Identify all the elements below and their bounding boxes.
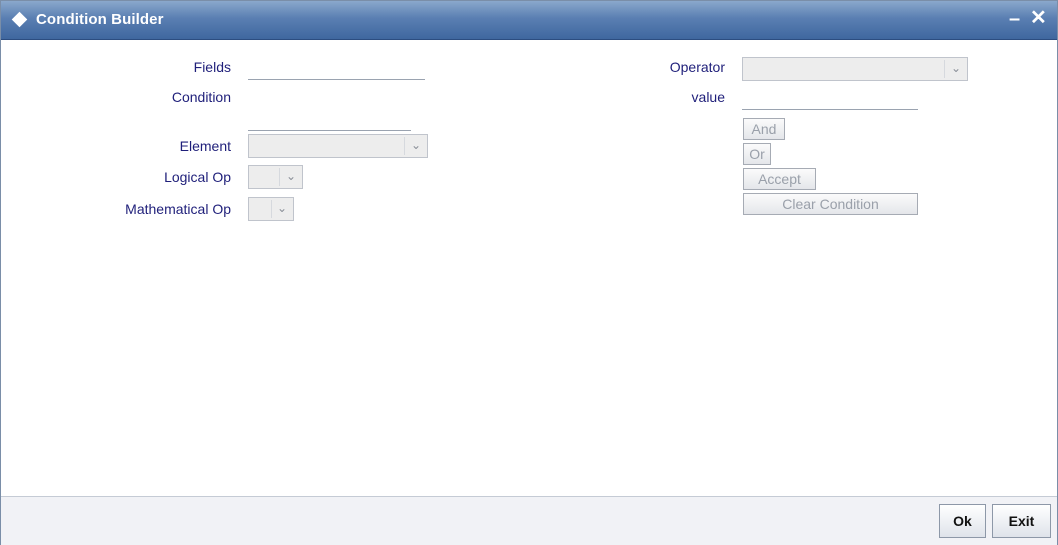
window-title: Condition Builder — [36, 11, 164, 28]
and-button[interactable]: And — [743, 118, 785, 140]
operator-label: Operator — [669, 59, 725, 75]
clear-condition-button[interactable]: Clear Condition — [743, 193, 918, 215]
dropdown-divider — [271, 200, 272, 218]
fields-input[interactable] — [248, 61, 425, 80]
chevron-down-icon: ⌄ — [285, 169, 296, 183]
dropdown-divider — [944, 60, 945, 78]
dropdown-divider — [404, 137, 405, 155]
accept-button[interactable]: Accept — [743, 168, 816, 190]
chevron-down-icon: ⌄ — [410, 138, 421, 152]
element-label: Element — [179, 138, 231, 154]
or-button[interactable]: Or — [743, 143, 771, 165]
condition-builder-window: Condition Builder – ✕ Fields Condition E… — [0, 0, 1058, 545]
title-bar[interactable]: Condition Builder – ✕ — [1, 1, 1057, 40]
mathematical-op-select[interactable]: ⌄ — [248, 197, 294, 221]
exit-button[interactable]: Exit — [992, 504, 1051, 538]
dropdown-divider — [279, 168, 280, 186]
fields-label: Fields — [193, 59, 231, 75]
element-select[interactable]: ⌄ — [248, 134, 428, 158]
diamond-icon — [11, 11, 28, 28]
logical-op-select[interactable]: ⌄ — [248, 165, 303, 189]
value-input[interactable] — [742, 91, 918, 110]
value-label: value — [691, 89, 725, 105]
mathematical-op-label: Mathematical Op — [125, 201, 231, 217]
close-button[interactable]: ✕ — [1030, 6, 1047, 30]
minimize-button[interactable]: – — [1009, 7, 1020, 31]
operator-select[interactable]: ⌄ — [742, 57, 968, 81]
ok-button[interactable]: Ok — [939, 504, 986, 538]
footer-bar: Ok Exit — [1, 496, 1057, 545]
chevron-down-icon: ⌄ — [276, 201, 287, 215]
chevron-down-icon: ⌄ — [950, 61, 961, 75]
logical-op-label: Logical Op — [164, 169, 231, 185]
condition-input[interactable] — [248, 112, 411, 131]
condition-label: Condition — [171, 89, 231, 105]
